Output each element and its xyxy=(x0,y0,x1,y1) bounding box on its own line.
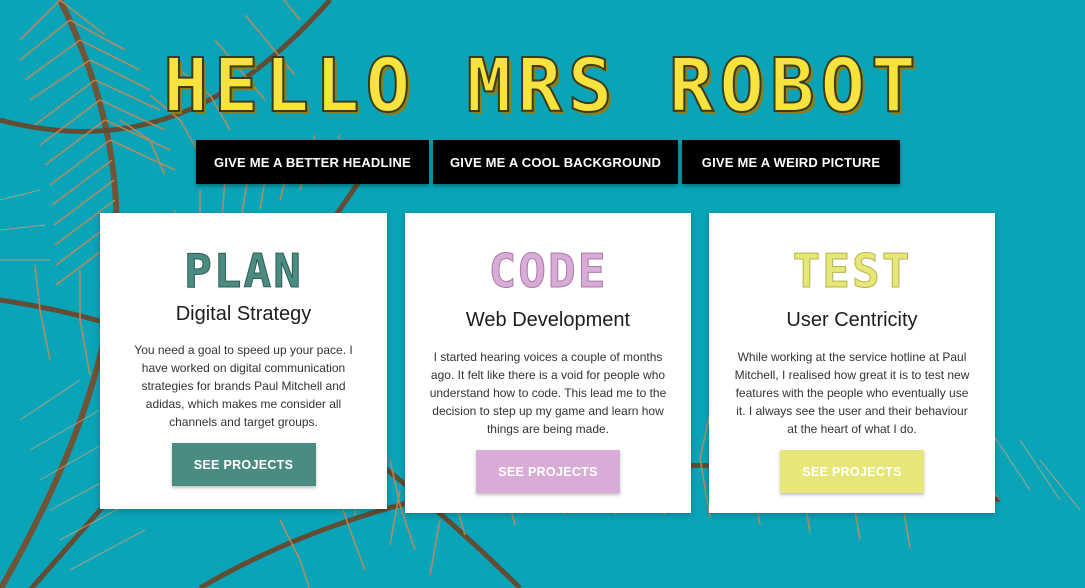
see-projects-development-button[interactable]: SEE PROJECTS xyxy=(476,450,620,493)
hero-headline: HELLO MRS ROBOT xyxy=(162,43,922,129)
card-web-development: CODE Web Development I started hearing v… xyxy=(405,213,691,513)
card-description: While working at the service hotline at … xyxy=(734,350,970,436)
card-tag-code: CODE xyxy=(488,244,608,298)
card-title: Digital Strategy xyxy=(175,303,312,325)
card-tag-plan: PLAN xyxy=(184,244,303,298)
card-description: You need a goal to speed up your pace. I… xyxy=(134,343,353,429)
cool-background-button[interactable]: GIVE ME A COOL BACKGROUND xyxy=(433,140,678,184)
card-title: User Centricity xyxy=(786,309,918,331)
card-description: I started hearing voices a couple of mon… xyxy=(429,350,667,436)
action-button-row: GIVE ME A BETTER HEADLINE GIVE ME A COOL… xyxy=(196,140,900,184)
see-projects-strategy-button[interactable]: SEE PROJECTS xyxy=(171,443,316,486)
weird-picture-button[interactable]: GIVE ME A WEIRD PICTURE xyxy=(682,140,900,184)
see-projects-testing-button[interactable]: SEE PROJECTS xyxy=(780,450,924,493)
better-headline-button[interactable]: GIVE ME A BETTER HEADLINE xyxy=(196,140,429,184)
card-tag-test: TEST xyxy=(792,244,912,298)
card-digital-strategy: PLAN Digital Strategy You need a goal to… xyxy=(100,213,387,509)
card-title: Web Development xyxy=(465,309,631,331)
card-user-centricity: TEST User Centricity While working at th… xyxy=(709,213,995,513)
